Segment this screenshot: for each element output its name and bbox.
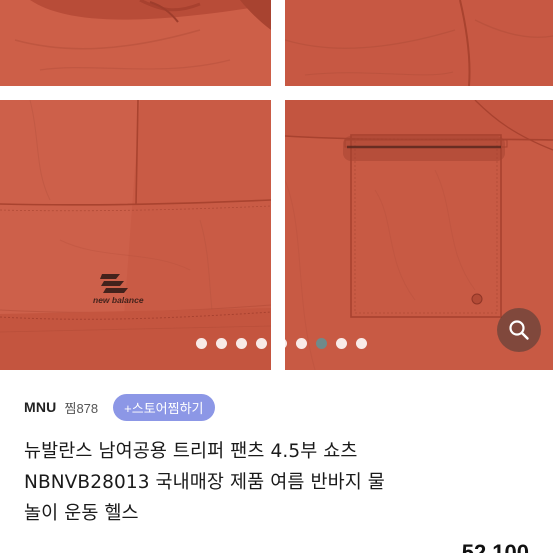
carousel-dot[interactable] (236, 337, 247, 349)
product-image-waistband-left (0, 0, 271, 86)
product-image-gallery[interactable]: new balance (0, 0, 553, 370)
product-image-waistband-right (285, 0, 553, 86)
product-title: 뉴발란스 남여공용 트리퍼 팬츠 4.5부 쇼츠 NBNVB28013 국내매장… (24, 436, 544, 529)
product-price: 52,100 (461, 540, 529, 553)
zoom-button[interactable] (497, 308, 541, 352)
carousel-dot-active[interactable] (316, 337, 327, 349)
store-follow-button[interactable]: +스토어찜하기 (113, 393, 215, 421)
product-title-line: 뉴발란스 남여공용 트리퍼 팬츠 4.5부 쇼츠 (24, 441, 358, 462)
carousel-dot[interactable] (296, 337, 307, 349)
product-title-line: NBNVB28013 국내매장 제품 여름 반바지 물 (24, 472, 385, 493)
product-image-leg-logo: new balance (0, 100, 271, 370)
carousel-dot[interactable] (336, 337, 347, 349)
store-name[interactable]: MNU (24, 399, 56, 415)
store-favorite-count: 찜878 (64, 400, 99, 416)
search-icon (509, 320, 529, 340)
product-title-line: 놀이 운동 헬스 (24, 503, 139, 524)
carousel-dot[interactable] (216, 337, 227, 349)
carousel-pagination[interactable] (0, 335, 553, 351)
svg-text:new balance: new balance (93, 295, 144, 305)
carousel-dot[interactable] (256, 337, 267, 349)
carousel-dot[interactable] (276, 337, 287, 349)
carousel-dot[interactable] (196, 337, 207, 349)
carousel-dot[interactable] (356, 337, 367, 349)
store-info-row: MNU 찜878 +스토어찜하기 (24, 393, 215, 421)
